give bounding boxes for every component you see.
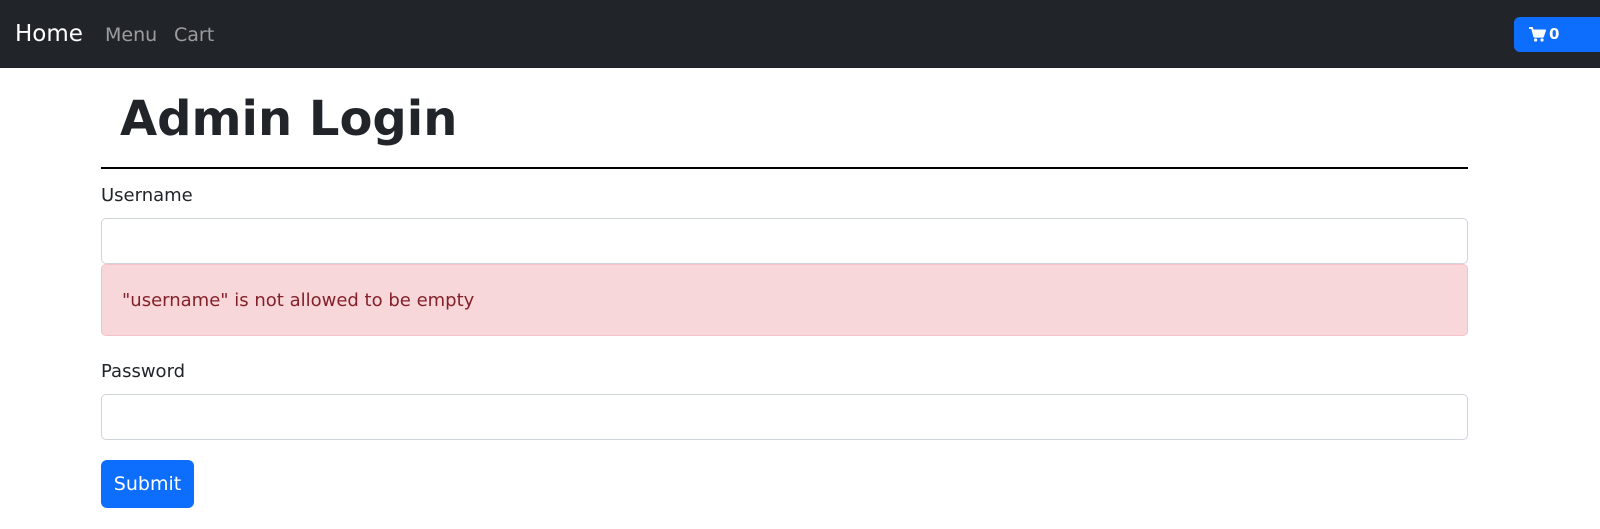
submit-button[interactable]: Submit	[101, 460, 194, 508]
cart-count-badge: 0	[1549, 25, 1560, 43]
nav-link-menu[interactable]: Menu	[105, 22, 157, 48]
username-field[interactable]	[101, 218, 1468, 264]
top-navbar: Home Menu Cart 0	[0, 0, 1600, 68]
password-field[interactable]	[101, 394, 1468, 440]
shopping-cart-icon	[1529, 27, 1546, 42]
page-title: Admin Login	[120, 91, 458, 147]
username-error-alert: "username" is not allowed to be empty	[101, 264, 1468, 336]
title-divider	[101, 167, 1468, 169]
username-error-text: "username" is not allowed to be empty	[122, 290, 475, 311]
username-label: Username	[101, 185, 193, 206]
nav-link-cart[interactable]: Cart	[174, 22, 214, 48]
nav-brand-home[interactable]: Home	[15, 18, 83, 50]
password-label: Password	[101, 361, 186, 382]
cart-button[interactable]: 0	[1514, 17, 1600, 52]
